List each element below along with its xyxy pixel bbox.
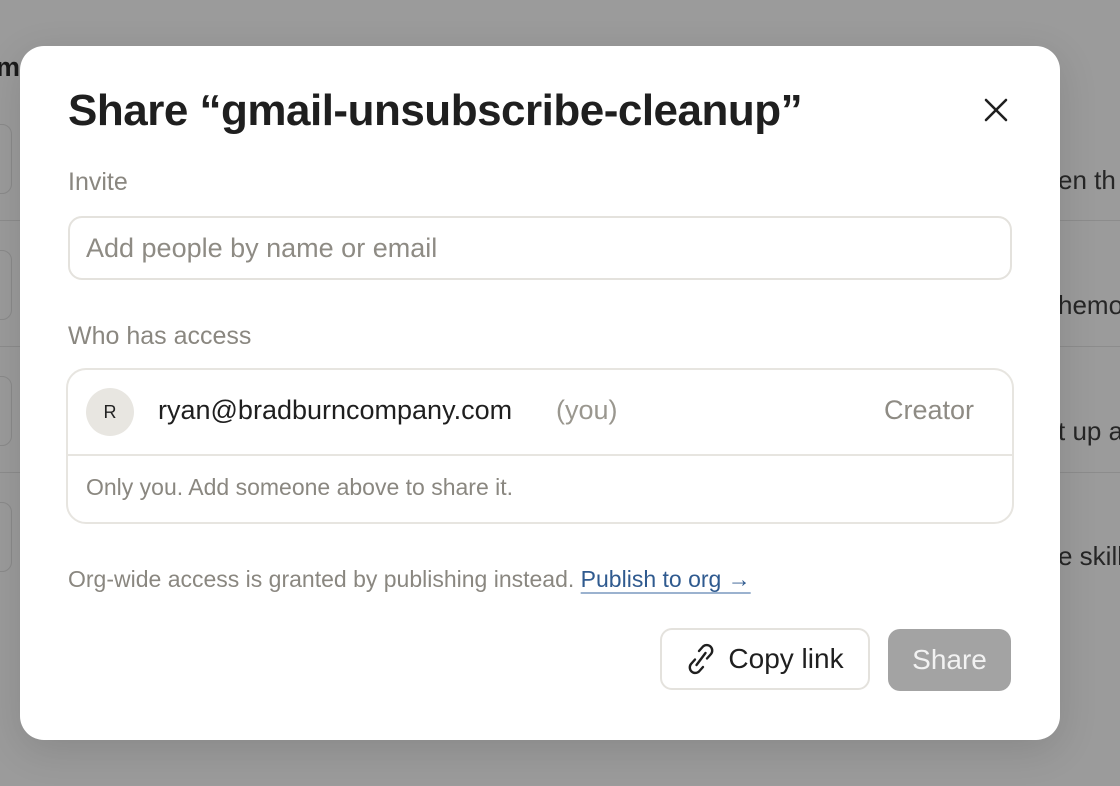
background-card	[0, 124, 12, 194]
background-row-text: e skill	[1058, 541, 1120, 571]
access-note: Only you. Add someone above to share it.	[86, 474, 514, 500]
close-icon	[984, 98, 1008, 122]
background-heading: m	[0, 52, 21, 82]
background-row-text: en th	[1058, 165, 1116, 195]
close-button[interactable]	[976, 90, 1016, 130]
share-button[interactable]: Share	[888, 629, 1011, 691]
invite-input[interactable]	[68, 216, 1012, 280]
member-role: Creator	[883, 395, 974, 425]
invite-label: Invite	[68, 168, 128, 196]
org-note-text: Org-wide access is granted by publishing…	[68, 566, 575, 592]
access-label: Who has access	[68, 322, 252, 350]
access-list: R ryan@bradburncompany.com (you) Creator…	[66, 368, 1014, 524]
copy-link-button[interactable]: Copy link	[660, 628, 870, 690]
background-card	[0, 502, 12, 572]
avatar: R	[86, 388, 134, 436]
publish-to-org-link[interactable]: Publish to org →	[581, 566, 751, 592]
background-card	[0, 376, 12, 446]
dialog-title: Share “gmail-unsubscribe-cleanup”	[68, 86, 803, 135]
background-row-text: hemo	[1058, 290, 1120, 320]
background-row-text: t up a	[1058, 416, 1120, 446]
link-icon	[689, 643, 714, 675]
you-tag: (you)	[556, 395, 618, 425]
share-dialog: Share “gmail-unsubscribe-cleanup” Invite…	[20, 46, 1060, 740]
background-card	[0, 250, 12, 320]
copy-link-label: Copy link	[728, 643, 844, 674]
member-row: R ryan@bradburncompany.com (you) Creator	[68, 370, 1012, 456]
member-email: ryan@bradburncompany.com	[158, 395, 513, 425]
org-access-note: Org-wide access is granted by publishing…	[68, 566, 751, 593]
